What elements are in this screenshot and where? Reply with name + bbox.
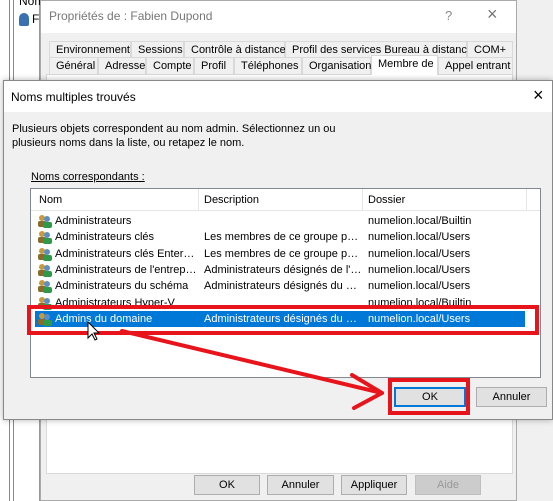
tab-membre-de[interactable]: Membre de: [371, 55, 438, 75]
annotation-arrow: [87, 320, 384, 410]
mouse-cursor-icon: [87, 320, 101, 341]
